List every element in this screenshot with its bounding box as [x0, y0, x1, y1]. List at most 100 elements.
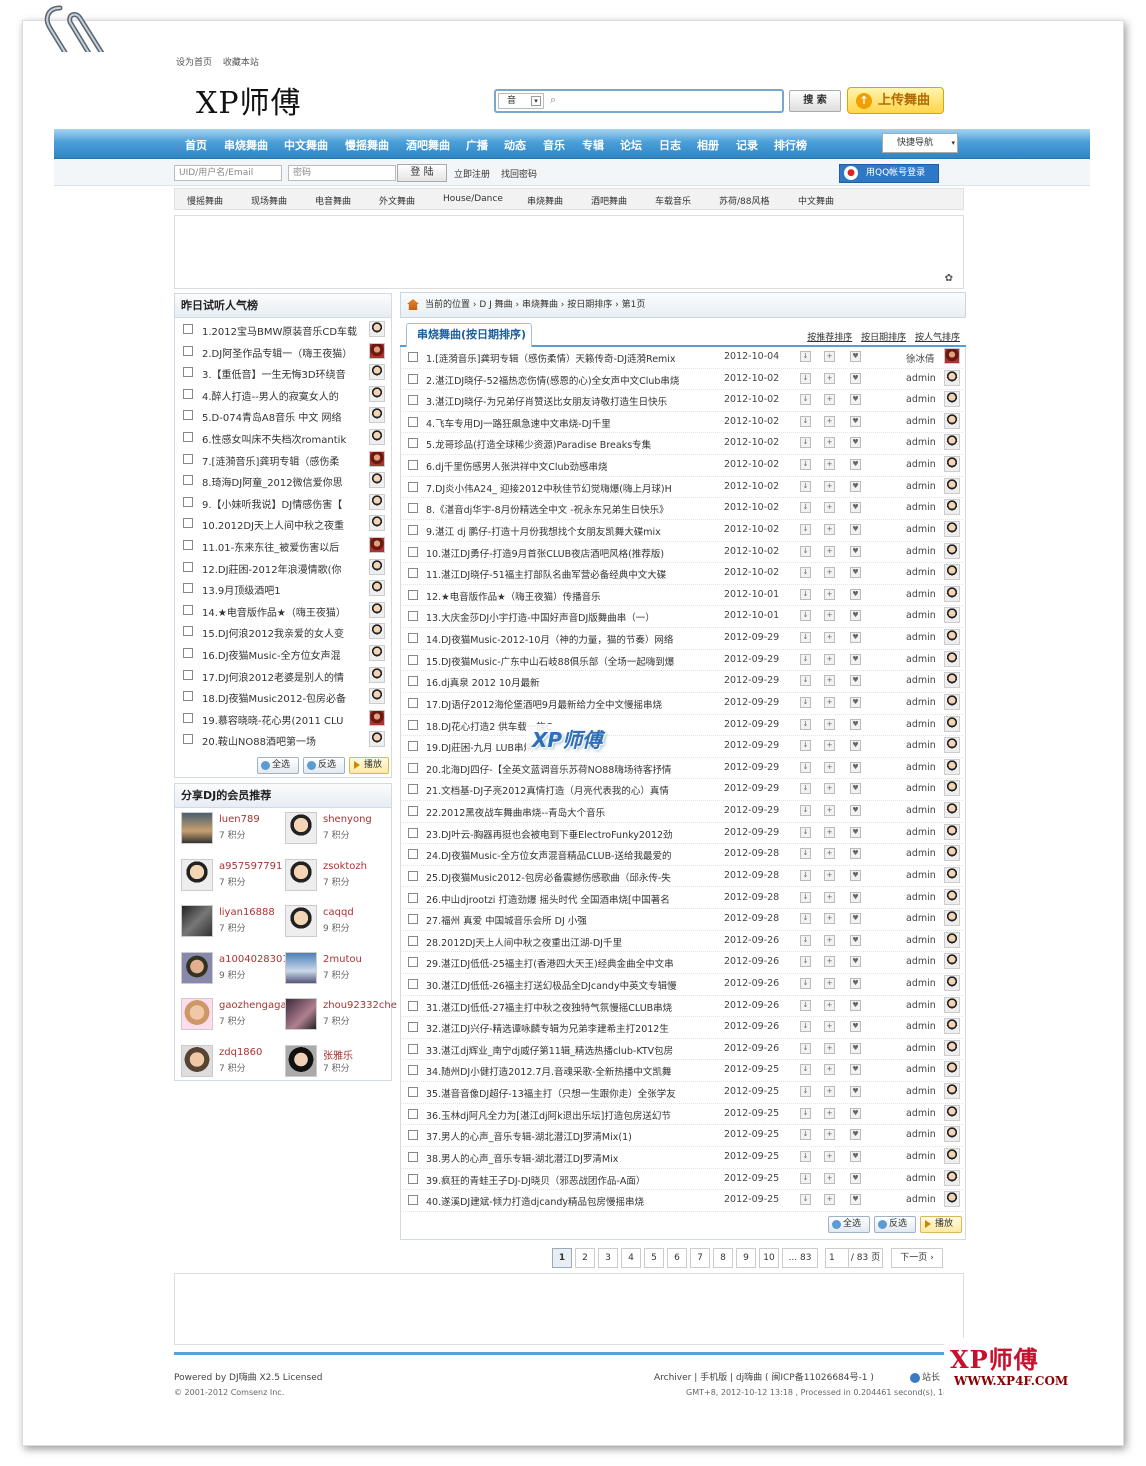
favorite-icon[interactable]: ♥: [850, 891, 861, 903]
song-title[interactable]: 32.湛江DJ兴仔-精选谭咏麟专辑为兄弟李建希主打2012生: [426, 1021, 716, 1035]
uploader[interactable]: admin: [906, 956, 936, 967]
uploader[interactable]: admin: [906, 740, 936, 751]
avatar[interactable]: [369, 493, 385, 510]
song-title[interactable]: 5.龙哥珍品(打造全球稀少资源)Paradise Breaks专集: [426, 437, 716, 451]
avatar[interactable]: [944, 1083, 960, 1100]
table-row[interactable]: 1.[涟漪音乐]龚玥专辑（感伤柔情）天籁传奇-DJ涟漪Remix 2012-10-…: [400, 347, 966, 369]
avatar[interactable]: [285, 858, 317, 891]
uploader[interactable]: admin: [906, 870, 936, 881]
song-title[interactable]: 6.dj千里伤感男人张洪祥中文Club劲感串烧: [426, 459, 716, 473]
avatar[interactable]: [944, 974, 960, 991]
list-item[interactable]: 1.2012宝马BMW原装音乐CD车载: [175, 320, 391, 341]
download-icon[interactable]: ↓: [800, 1172, 811, 1184]
list-item[interactable]: 5.D-074青岛A8音乐 中文 网络: [175, 406, 391, 427]
add-icon[interactable]: +: [824, 1086, 835, 1098]
song-title[interactable]: 20.鞍山NO88酒吧第一场: [202, 733, 358, 748]
add-icon[interactable]: +: [824, 977, 835, 989]
song-title[interactable]: 2.DJ阿圣作品专辑一（嗨王夜猫）: [202, 345, 358, 360]
song-title[interactable]: 36.玉林dj阿凡全力为[湛江dj阿k退出乐坛]打造包房送幻节: [426, 1108, 716, 1122]
song-title[interactable]: 12.DJ莊困-2012年浪漫情歌(你: [202, 561, 358, 576]
favorite-icon[interactable]: ♥: [850, 610, 861, 622]
song-title[interactable]: 13.9月顶级酒吧1: [202, 582, 358, 597]
add-icon[interactable]: +: [824, 1129, 835, 1141]
next-page-button[interactable]: 下一页 ›: [891, 1248, 943, 1268]
avatar[interactable]: [944, 758, 960, 775]
table-row[interactable]: 33.湛江dj辉业_南宁dj威仔第11辑_精选热播club-KTV包房 2012-…: [400, 1039, 966, 1061]
song-title[interactable]: 4.飞车专用DJ一路狂飙急速中文串烧-DJ千里: [426, 416, 716, 430]
favorite-icon[interactable]: ♥: [850, 848, 861, 860]
login-button[interactable]: 登 陆: [397, 164, 447, 182]
avatar[interactable]: [369, 645, 385, 661]
checkbox[interactable]: [408, 957, 418, 968]
avatar[interactable]: [944, 412, 960, 429]
table-row[interactable]: 32.湛江DJ兴仔-精选谭咏麟专辑为兄弟李建希主打2012生 2012-09-26…: [400, 1017, 966, 1039]
page-link[interactable]: 4: [621, 1248, 641, 1268]
uploader[interactable]: admin: [906, 1194, 936, 1205]
song-title[interactable]: 11.01-东来东往_被爱伤害以后: [202, 539, 358, 554]
uploader[interactable]: admin: [906, 589, 936, 600]
invert-select-button[interactable]: 反选: [874, 1216, 916, 1233]
avatar[interactable]: [944, 629, 960, 646]
subnav-item[interactable]: 苏荷/88风格: [719, 194, 770, 207]
checkbox[interactable]: [183, 561, 193, 572]
avatar[interactable]: [944, 499, 960, 516]
uploader[interactable]: admin: [906, 502, 936, 513]
subnav-item[interactable]: 串烧舞曲: [527, 194, 563, 207]
download-icon[interactable]: ↓: [800, 826, 811, 838]
avatar[interactable]: [285, 998, 317, 1030]
checkbox[interactable]: [183, 345, 193, 356]
song-title[interactable]: 39.疯狂的青蛙王子DJ-DJ晓贝（邪恶战团作品-A面）: [426, 1173, 716, 1187]
add-icon[interactable]: +: [824, 826, 835, 838]
uploader[interactable]: admin: [906, 1064, 936, 1075]
favorite-icon[interactable]: ♥: [850, 588, 861, 600]
checkbox[interactable]: [408, 416, 418, 427]
add-icon[interactable]: +: [824, 675, 835, 687]
avatar[interactable]: [369, 580, 385, 597]
avatar[interactable]: [181, 905, 213, 937]
avatar[interactable]: [181, 998, 213, 1030]
favorite-icon[interactable]: ♥: [850, 632, 861, 644]
uploader[interactable]: admin: [906, 719, 936, 730]
sort-date-link[interactable]: 按日期排序: [861, 333, 906, 343]
member-name[interactable]: shenyong: [323, 814, 372, 825]
song-title[interactable]: 1.[涟漪音乐]龚玥专辑（感伤柔情）天籁传奇-DJ涟漪Remix: [426, 351, 716, 365]
nav-blog[interactable]: 日志: [659, 137, 681, 153]
download-icon[interactable]: ↓: [800, 718, 811, 730]
play-button[interactable]: 播放: [920, 1216, 962, 1233]
avatar[interactable]: [944, 1169, 960, 1186]
list-item[interactable]: 9.【小妹听我说】DJ情感伤害【: [175, 493, 391, 514]
table-row[interactable]: 16.dj真泉 2012 10月最新 2012-09-29 ↓ + ♥ admin: [400, 671, 966, 693]
nav-photos[interactable]: 相册: [697, 137, 719, 153]
find-password-link[interactable]: 找回密码: [501, 167, 537, 180]
list-item[interactable]: 7.[涟漪音乐]龚玥专辑（感伤柔: [175, 450, 391, 471]
add-icon[interactable]: +: [824, 653, 835, 665]
song-title[interactable]: 13.大庆金莎DJ小宇打造-中国好声音DJ版舞曲串（一）: [426, 610, 716, 624]
song-title[interactable]: 11.湛江DJ晓仔-51福主打部队名曲军营必备经典中文大碟: [426, 567, 716, 581]
page-link[interactable]: 9: [736, 1248, 756, 1268]
download-icon[interactable]: ↓: [800, 502, 811, 514]
song-title[interactable]: 3.【重低音】一生无悔3D环绕音: [202, 366, 358, 381]
add-icon[interactable]: +: [824, 351, 835, 362]
uploader[interactable]: admin: [906, 848, 936, 859]
download-icon[interactable]: ↓: [800, 437, 811, 449]
page-link[interactable]: ... 83: [782, 1248, 818, 1268]
avatar[interactable]: [944, 1147, 960, 1164]
checkbox[interactable]: [183, 496, 193, 507]
favorite-icon[interactable]: ♥: [850, 740, 861, 752]
song-title[interactable]: 35.湛音音像DJ超仔-13福主打（只想一生跟你走）全张学友: [426, 1086, 716, 1100]
uploader[interactable]: admin: [906, 892, 936, 903]
member-name[interactable]: 2mutou: [323, 954, 362, 965]
checkbox[interactable]: [183, 604, 193, 615]
uploader[interactable]: admin: [906, 1021, 936, 1032]
nav-ranking[interactable]: 排行榜: [774, 137, 807, 153]
avatar[interactable]: [944, 888, 960, 905]
avatar[interactable]: [944, 931, 960, 948]
sort-recommend-link[interactable]: 按推荐排序: [807, 333, 852, 343]
checkbox[interactable]: [183, 648, 193, 658]
checkbox[interactable]: [408, 1087, 418, 1098]
favorite-icon[interactable]: ♥: [850, 696, 861, 708]
checkbox[interactable]: [408, 481, 418, 492]
song-title[interactable]: 15.DJ何浪2012我亲爱的女人变: [202, 625, 358, 640]
table-row[interactable]: 15.DJ夜猫Music-广东中山石岐88俱乐部（全场一起嗨到爆 2012-09-…: [400, 650, 966, 672]
table-row[interactable]: 12.★电音版作品★（嗨王夜猫）传播音乐 2012-10-01 ↓ + ♥ admin: [400, 585, 966, 607]
